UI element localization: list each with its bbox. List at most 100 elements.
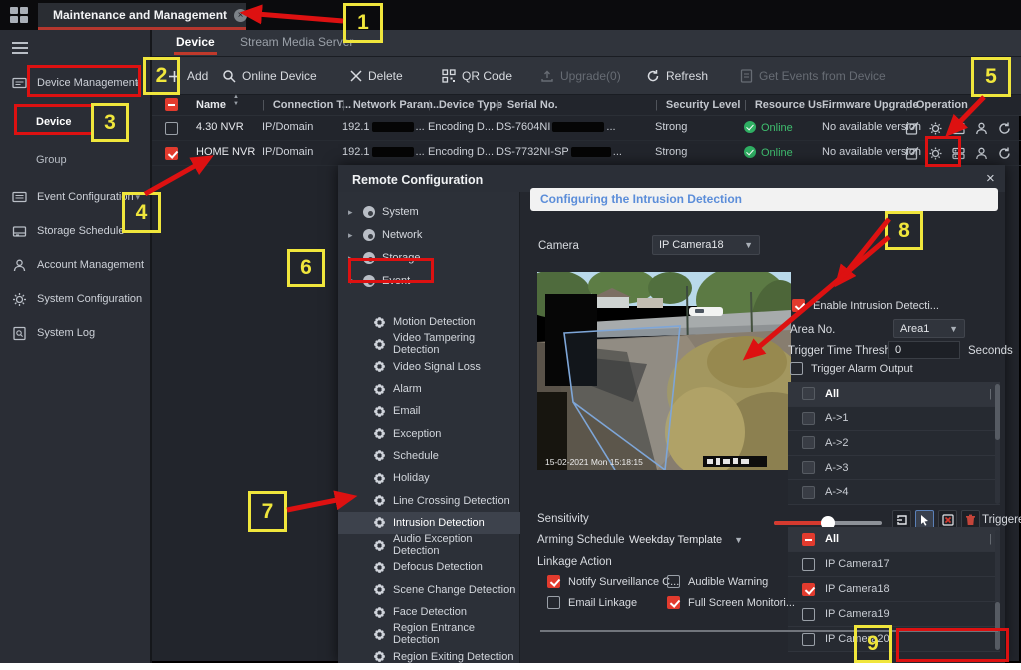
sidebar-item-device[interactable]: Device	[0, 109, 150, 135]
area-no-select[interactable]: Area1▼	[893, 319, 965, 338]
enable-intrusion-checkbox[interactable]: Enable Intrusion Detecti...	[792, 299, 939, 312]
alarm-output-row[interactable]: A->3 |	[788, 456, 1000, 481]
qr-code-button[interactable]: QR Code	[442, 66, 512, 86]
sidebar-item-account-management[interactable]: Account Management	[0, 252, 150, 278]
tab-device[interactable]: Device	[176, 35, 215, 49]
triggered-camera-row[interactable]: All |	[788, 527, 1000, 552]
upgrade-button[interactable]: Upgrade(0)	[540, 66, 621, 86]
column-header-operation[interactable]: Operation	[905, 99, 968, 111]
checkbox-icon[interactable]	[802, 436, 815, 449]
checkbox-icon[interactable]	[667, 596, 680, 609]
checkbox-icon[interactable]	[802, 608, 815, 621]
trigger-time-input[interactable]	[888, 341, 960, 359]
tree-item-event-child[interactable]: Holiday	[338, 467, 520, 489]
dialog-close-icon[interactable]: ×	[986, 170, 995, 187]
column-header-resource[interactable]: Resource Us...	[744, 99, 831, 111]
checkbox-icon[interactable]	[802, 558, 815, 571]
tree-item-event-child[interactable]: Scene Change Detection	[338, 579, 520, 601]
storage-icon[interactable]	[951, 146, 966, 161]
tree-item-event-child[interactable]: Line Crossing Detection	[338, 489, 520, 511]
person-icon[interactable]	[974, 146, 989, 161]
remote-configuration-gear-icon[interactable]	[928, 146, 943, 161]
audible-warning-checkbox[interactable]: Audible Warning	[667, 575, 768, 588]
tree-item-event-child[interactable]: Motion Detection	[338, 311, 520, 333]
online-device-button[interactable]: Online Device	[222, 66, 317, 86]
tab-close-icon[interactable]: ×	[234, 9, 247, 22]
column-header-serial[interactable]: Serial No.	[496, 99, 558, 111]
camera-select[interactable]: IP Camera18▼	[652, 235, 760, 255]
delete-button[interactable]: Delete	[350, 66, 403, 86]
tree-item-storage[interactable]: ▸Storage	[338, 247, 520, 269]
tree-item-event-child[interactable]: Video Signal Loss	[338, 356, 520, 378]
sidebar-item-storage-schedule[interactable]: Storage Schedule	[0, 218, 150, 244]
sidebar-item-group[interactable]: Group	[0, 147, 150, 173]
edit-icon[interactable]	[905, 146, 920, 161]
tree-item-event-child[interactable]: Intrusion Detection	[338, 512, 520, 534]
row-checkbox[interactable]	[165, 122, 178, 135]
column-header-connection[interactable]: Connection T...	[262, 99, 351, 111]
tree-item-event-child[interactable]: Exception	[338, 422, 520, 444]
menu-collapse-icon[interactable]	[12, 42, 28, 44]
checkbox-icon[interactable]	[802, 461, 815, 474]
sidebar-item-system-configuration[interactable]: System Configuration	[0, 286, 150, 312]
tree-item-event-child[interactable]: Audio Exception Detection	[338, 534, 520, 556]
tree-item-event-child[interactable]: Region Entrance Detection	[338, 623, 520, 645]
scrollbar[interactable]	[995, 384, 1000, 504]
alarm-output-row[interactable]: All |	[788, 382, 1000, 407]
checkbox-icon[interactable]	[792, 299, 805, 312]
arming-schedule-select[interactable]: Weekday Template▼	[622, 530, 750, 550]
triggered-camera-row[interactable]: IP Camera18 |	[788, 577, 1000, 602]
remote-configuration-gear-icon[interactable]	[928, 121, 943, 136]
sidebar-item-device-management[interactable]: Device Management ▾	[0, 70, 150, 96]
column-header-device-type[interactable]: Device Type	[428, 99, 502, 111]
row-checkbox[interactable]	[165, 147, 178, 160]
tree-item-event-child[interactable]: Defocus Detection	[338, 556, 520, 578]
checkbox-icon[interactable]	[802, 387, 815, 400]
triggered-camera-row[interactable]: IP Camera17 |	[788, 552, 1000, 577]
tree-item-system[interactable]: ▸System	[338, 201, 520, 223]
sensitivity-slider[interactable]	[774, 521, 882, 525]
tab-maintenance-and-management[interactable]: Maintenance and Management ×	[38, 3, 246, 30]
checkbox-icon[interactable]	[802, 412, 815, 425]
device-row-430nvr[interactable]: 4.30 NVR IP/Domain 192.1... Encoding D..…	[152, 116, 1021, 141]
checkbox-icon[interactable]	[667, 575, 680, 588]
alarm-output-row[interactable]: A->1 |	[788, 407, 1000, 432]
checkbox-icon[interactable]	[802, 583, 815, 596]
video-preview[interactable]: 15-02-2021 Mon 15:18:15	[537, 272, 791, 470]
column-header-name[interactable]: Name	[196, 99, 226, 111]
refresh-icon[interactable]	[997, 146, 1012, 161]
get-events-button[interactable]: Get Events from Device	[740, 66, 886, 86]
sidebar-item-system-log[interactable]: System Log	[0, 320, 150, 346]
tree-item-event-child[interactable]: Alarm	[338, 378, 520, 400]
alarm-output-row[interactable]: A->4 |	[788, 480, 1000, 505]
tree-item-event-child[interactable]: Face Detection	[338, 601, 520, 623]
notify-surveillance-checkbox[interactable]: Notify Surveillance C...	[547, 575, 679, 588]
app-launcher-icon[interactable]	[10, 7, 30, 24]
scrollbar[interactable]	[995, 530, 1000, 650]
select-all-checkbox[interactable]	[165, 98, 178, 111]
triggered-camera-row[interactable]: IP Camera19 |	[788, 602, 1000, 627]
sidebar-item-event-configuration[interactable]: Event Configuration ▾	[0, 184, 150, 210]
alarm-output-row[interactable]: A->2 |	[788, 431, 1000, 456]
add-button[interactable]: Add	[168, 66, 208, 86]
checkbox-icon[interactable]	[547, 575, 560, 588]
checkbox-icon[interactable]	[547, 596, 560, 609]
device-row-homenvr[interactable]: HOME NVR IP/Domain 192.1... Encoding D..…	[152, 141, 1021, 166]
checkbox-icon[interactable]	[790, 362, 803, 375]
tree-item-event-child[interactable]: Schedule	[338, 445, 520, 467]
tree-item-event-child[interactable]: Video Tampering Detection	[338, 333, 520, 355]
tree-item-network[interactable]: ▸Network	[338, 224, 520, 246]
checkbox-icon[interactable]	[802, 533, 815, 546]
email-linkage-checkbox[interactable]: Email Linkage	[547, 596, 637, 609]
full-screen-monitoring-checkbox[interactable]: Full Screen Monitori...	[667, 596, 795, 609]
storage-icon[interactable]	[951, 121, 966, 136]
tree-item-event[interactable]: ▾Event	[338, 270, 520, 292]
tab-stream-media-server[interactable]: Stream Media Server	[240, 35, 353, 49]
checkbox-icon[interactable]	[802, 486, 815, 499]
trigger-alarm-output-checkbox[interactable]: Trigger Alarm Output	[790, 362, 913, 375]
tree-item-event-child[interactable]: Email	[338, 400, 520, 422]
column-header-security[interactable]: Security Level	[655, 99, 740, 111]
edit-icon[interactable]	[905, 121, 920, 136]
refresh-button[interactable]: Refresh	[646, 66, 708, 86]
refresh-icon[interactable]	[997, 121, 1012, 136]
